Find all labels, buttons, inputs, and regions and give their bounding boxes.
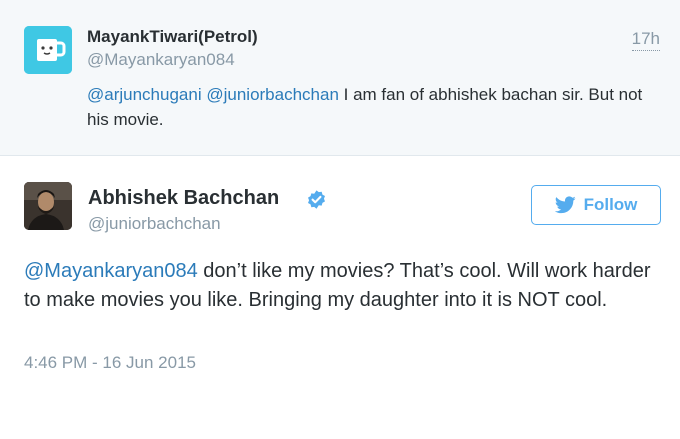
mention-link[interactable]: @juniorbachchan — [206, 85, 339, 104]
main-tweet: Abhishek Bachchan @juniorbachchan Follow… — [0, 156, 680, 439]
twitter-bird-icon — [554, 196, 576, 214]
author-avatar[interactable] — [24, 182, 72, 230]
follow-label: Follow — [583, 195, 638, 214]
tweet-screenshot: MayankTiwari(Petrol) @Mayankaryan084 17h… — [0, 0, 680, 439]
follow-button[interactable]: Follow — [531, 185, 661, 225]
author-handle[interactable]: @juniorbachchan — [88, 214, 221, 234]
tweet-timestamp[interactable]: 4:46 PM - 16 Jun 2015 — [24, 353, 196, 373]
profile-photo-icon — [24, 182, 72, 230]
mention-link[interactable]: @arjunchugani — [87, 85, 202, 104]
reply-tweet: MayankTiwari(Petrol) @Mayankaryan084 17h… — [0, 0, 680, 156]
mug-icon — [24, 26, 72, 74]
mention-link[interactable]: @Mayankaryan084 — [24, 260, 198, 282]
reply-author-name[interactable]: MayankTiwari(Petrol) — [87, 27, 258, 47]
reply-author-handle[interactable]: @Mayankaryan084 — [87, 50, 235, 70]
reply-tweet-text: @arjunchugani @juniorbachchan I am fan o… — [87, 82, 662, 132]
tweet-text: @Mayankaryan084 don’t like my movies? Th… — [24, 257, 664, 315]
verified-badge-icon — [308, 190, 325, 209]
reply-avatar[interactable] — [24, 26, 72, 74]
author-name[interactable]: Abhishek Bachchan — [88, 187, 279, 210]
reply-timestamp[interactable]: 17h — [631, 29, 661, 51]
